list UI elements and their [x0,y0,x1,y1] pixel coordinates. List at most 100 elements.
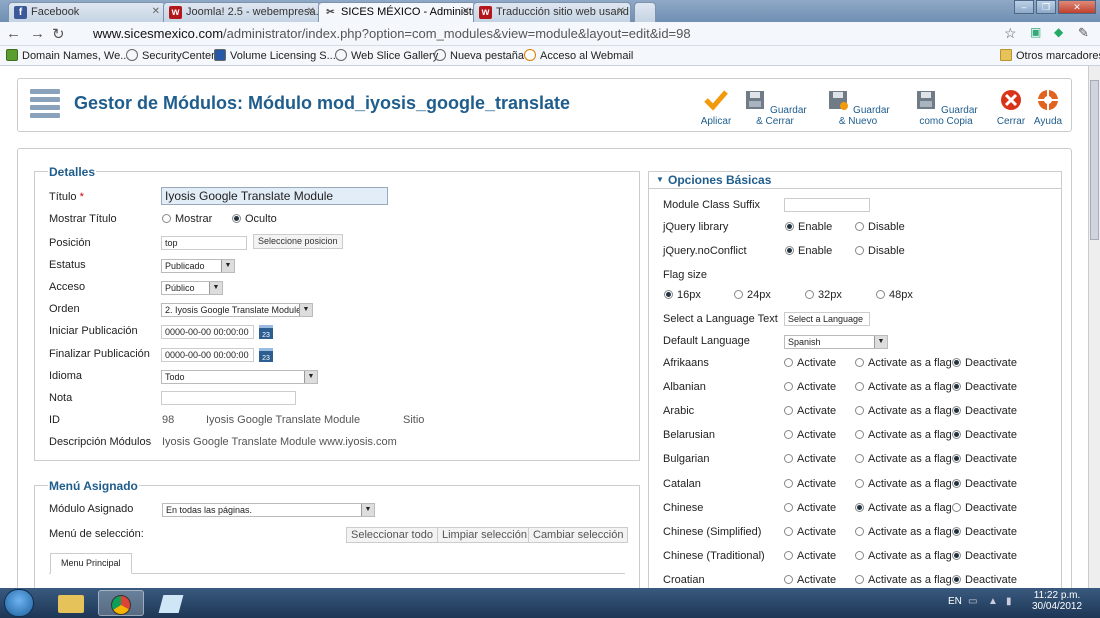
activate-radio[interactable]: Activate [784,574,836,586]
jquery-enable-radio[interactable]: Enable [785,221,832,233]
deactivate-radio[interactable]: Deactivate [952,381,1017,393]
close-button[interactable]: Cerrar [996,89,1026,127]
activate-radio[interactable]: Activate [784,478,836,490]
minimize-icon[interactable]: – [1014,0,1034,14]
page-scrollbar[interactable] [1088,66,1100,588]
class-suffix-input[interactable] [784,198,870,212]
browser-tab-active[interactable]: ✂ SICES MÉXICO - Administra ✕ [318,2,476,22]
access-select[interactable]: Público ▼ [161,281,223,295]
deactivate-radio[interactable]: Deactivate [952,429,1017,441]
browser-tab[interactable]: f Facebook ✕ [8,2,166,22]
save-copy-button[interactable]: Guardar como Copia [904,89,988,127]
default-language-select[interactable]: Spanish ▼ [784,335,888,349]
deactivate-radio[interactable]: Deactivate [952,478,1017,490]
activate-flag-radio[interactable]: Activate as a flag [855,502,952,514]
activate-radio[interactable]: Activate [784,405,836,417]
title-input[interactable]: Iyosis Google Translate Module [161,187,388,205]
back-icon[interactable]: ← [6,25,21,42]
activate-radio[interactable]: Activate [784,429,836,441]
order-select[interactable]: 2. Iyosis Google Translate Module ▼ [161,303,313,317]
tab-close-icon[interactable]: ✕ [617,6,625,17]
tab-close-icon[interactable]: ✕ [462,6,470,17]
save-close-button[interactable]: Guardar & Cerrar [740,89,810,127]
activate-radio[interactable]: Activate [784,502,836,514]
activate-flag-radio[interactable]: Activate as a flag [855,574,952,586]
activate-radio[interactable]: Activate [784,381,836,393]
select-all-button[interactable]: Seleccionar todo [346,527,438,543]
new-tab-button[interactable] [634,2,656,22]
activate-flag-radio[interactable]: Activate as a flag [855,405,952,417]
apply-button[interactable]: Aplicar [698,89,734,127]
bookmark-item[interactable]: Acceso al Webmail [524,49,633,62]
forward-icon[interactable]: → [30,25,45,42]
deactivate-radio[interactable]: Deactivate [952,502,1017,514]
other-bookmarks[interactable]: Otros marcadores [1000,49,1100,62]
bookmark-item[interactable]: Volume Licensing S... [214,49,336,62]
deactivate-radio[interactable]: Deactivate [952,453,1017,465]
deactivate-radio[interactable]: Deactivate [952,405,1017,417]
toggle-selection-button[interactable]: Cambiar selección [528,527,629,543]
deactivate-radio[interactable]: Deactivate [952,574,1017,586]
activate-radio[interactable]: Activate [784,453,836,465]
start-publish-input[interactable]: 0000-00-00 00:00:00 [161,325,254,339]
activate-radio[interactable]: Activate [784,550,836,562]
extension-icon[interactable]: ▣ [1030,25,1041,39]
windows-start-icon[interactable] [4,589,34,617]
explorer-icon[interactable] [48,590,94,616]
star-icon[interactable]: ☆ [1004,25,1017,42]
status-select[interactable]: Publicado ▼ [161,259,235,273]
activate-flag-radio[interactable]: Activate as a flag [855,429,952,441]
chrome-icon[interactable] [98,590,144,616]
calendar-icon[interactable]: 23 [259,325,273,339]
keyboard-icon[interactable]: ▭ [968,596,977,607]
bookmark-item[interactable]: Nueva pestaña [434,49,524,62]
flag-size-48-radio[interactable]: 48px [876,289,913,301]
help-button[interactable]: Ayuda [1033,89,1063,127]
wrench-icon[interactable]: ✎ [1078,25,1089,41]
flag-size-16-radio[interactable]: 16px [664,289,701,301]
activate-flag-radio[interactable]: Activate as a flag [855,453,952,465]
calendar-icon[interactable]: 23 [259,348,273,362]
notepad-icon[interactable] [148,590,194,616]
bookmark-item[interactable]: SecurityCenter [126,49,215,62]
reload-icon[interactable]: ↻ [52,25,65,43]
window-close-icon[interactable]: ✕ [1058,0,1096,14]
clear-selection-button[interactable]: Limpiar selección [437,527,532,543]
note-input[interactable] [161,391,296,405]
language-indicator[interactable]: EN [948,596,962,607]
hide-title-radio[interactable]: Oculto [232,213,277,225]
module-assignment-select[interactable]: En todas las páginas. ▼ [162,503,375,517]
bookmark-item[interactable]: Domain Names, We... [6,49,129,62]
activate-flag-radio[interactable]: Activate as a flag [855,550,952,562]
url-field[interactable]: www.sicesmexico.com/administrator/index.… [75,24,995,44]
position-input[interactable]: top [161,236,247,250]
jquery-disable-radio[interactable]: Disable [855,221,905,233]
bookmark-item[interactable]: Web Slice Gallery [335,49,438,62]
noconflict-enable-radio[interactable]: Enable [785,245,832,257]
show-hidden-icons[interactable]: ▲ [988,596,998,607]
language-select[interactable]: Todo ▼ [161,370,318,384]
network-icon[interactable]: ▮ [1006,596,1012,607]
select-position-button[interactable]: Seleccione posicion [253,234,343,249]
scrollbar-thumb[interactable] [1090,80,1099,240]
extension-icon[interactable]: ◆ [1054,25,1063,39]
end-publish-input[interactable]: 0000-00-00 00:00:00 [161,348,254,362]
noconflict-disable-radio[interactable]: Disable [855,245,905,257]
activate-flag-radio[interactable]: Activate as a flag [855,357,952,369]
flag-size-24-radio[interactable]: 24px [734,289,771,301]
activate-radio[interactable]: Activate [784,357,836,369]
tab-close-icon[interactable]: ✕ [152,6,160,17]
tab-close-icon[interactable]: ✕ [307,6,315,17]
language-text-input[interactable]: Select a Language [784,312,870,326]
show-title-radio[interactable]: Mostrar [162,213,212,225]
deactivate-radio[interactable]: Deactivate [952,357,1017,369]
deactivate-radio[interactable]: Deactivate [952,526,1017,538]
browser-tab[interactable]: w Traducción sitio web usand ✕ [473,2,631,22]
deactivate-radio[interactable]: Deactivate [952,550,1017,562]
tab-menu-principal[interactable]: Menu Principal [50,553,132,574]
activate-flag-radio[interactable]: Activate as a flag [855,478,952,490]
activate-radio[interactable]: Activate [784,526,836,538]
activate-flag-radio[interactable]: Activate as a flag [855,381,952,393]
basic-options-header[interactable]: ▼ Opciones Básicas [649,172,1061,189]
maximize-icon[interactable]: ❐ [1036,0,1056,14]
